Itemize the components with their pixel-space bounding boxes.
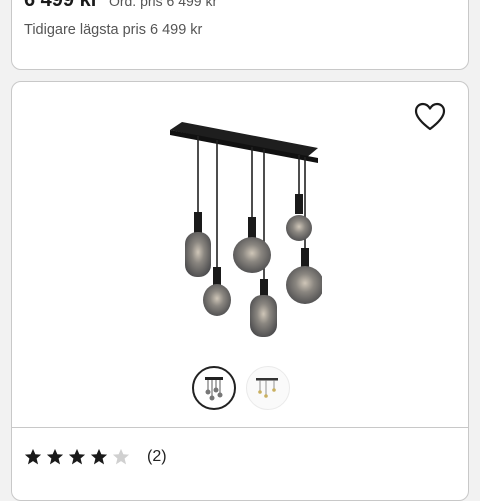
thumbnail-lamp-light [256,378,278,398]
star-empty-icon [112,448,130,465]
divider [12,427,468,428]
heart-outline-icon [414,102,446,131]
star-filled-icon [68,448,86,465]
price-line: 6 499 kr Ord. pris 6 499 kr [24,0,217,12]
star-filled-icon [90,448,108,465]
product-card: (2) [11,81,469,501]
star-filled-icon [46,448,64,465]
thumbnail-1[interactable] [192,366,236,410]
favorite-button[interactable] [414,102,446,132]
thumbnail-2[interactable] [246,366,290,410]
thumbnail-lamp-dark [205,377,223,401]
current-price: 6 499 kr [24,0,99,11]
rating[interactable]: (2) [24,448,167,466]
star-filled-icon [24,448,42,465]
review-count: (2) [147,448,167,465]
product-image[interactable] [162,122,322,357]
previous-lowest-price: Tidigare lägsta pris 6 499 kr [24,22,203,38]
ordinary-price: Ord. pris 6 499 kr [108,0,218,9]
image-thumbnails [192,366,292,416]
price-card: 6 499 kr Ord. pris 6 499 kr Tidigare läg… [11,0,469,70]
